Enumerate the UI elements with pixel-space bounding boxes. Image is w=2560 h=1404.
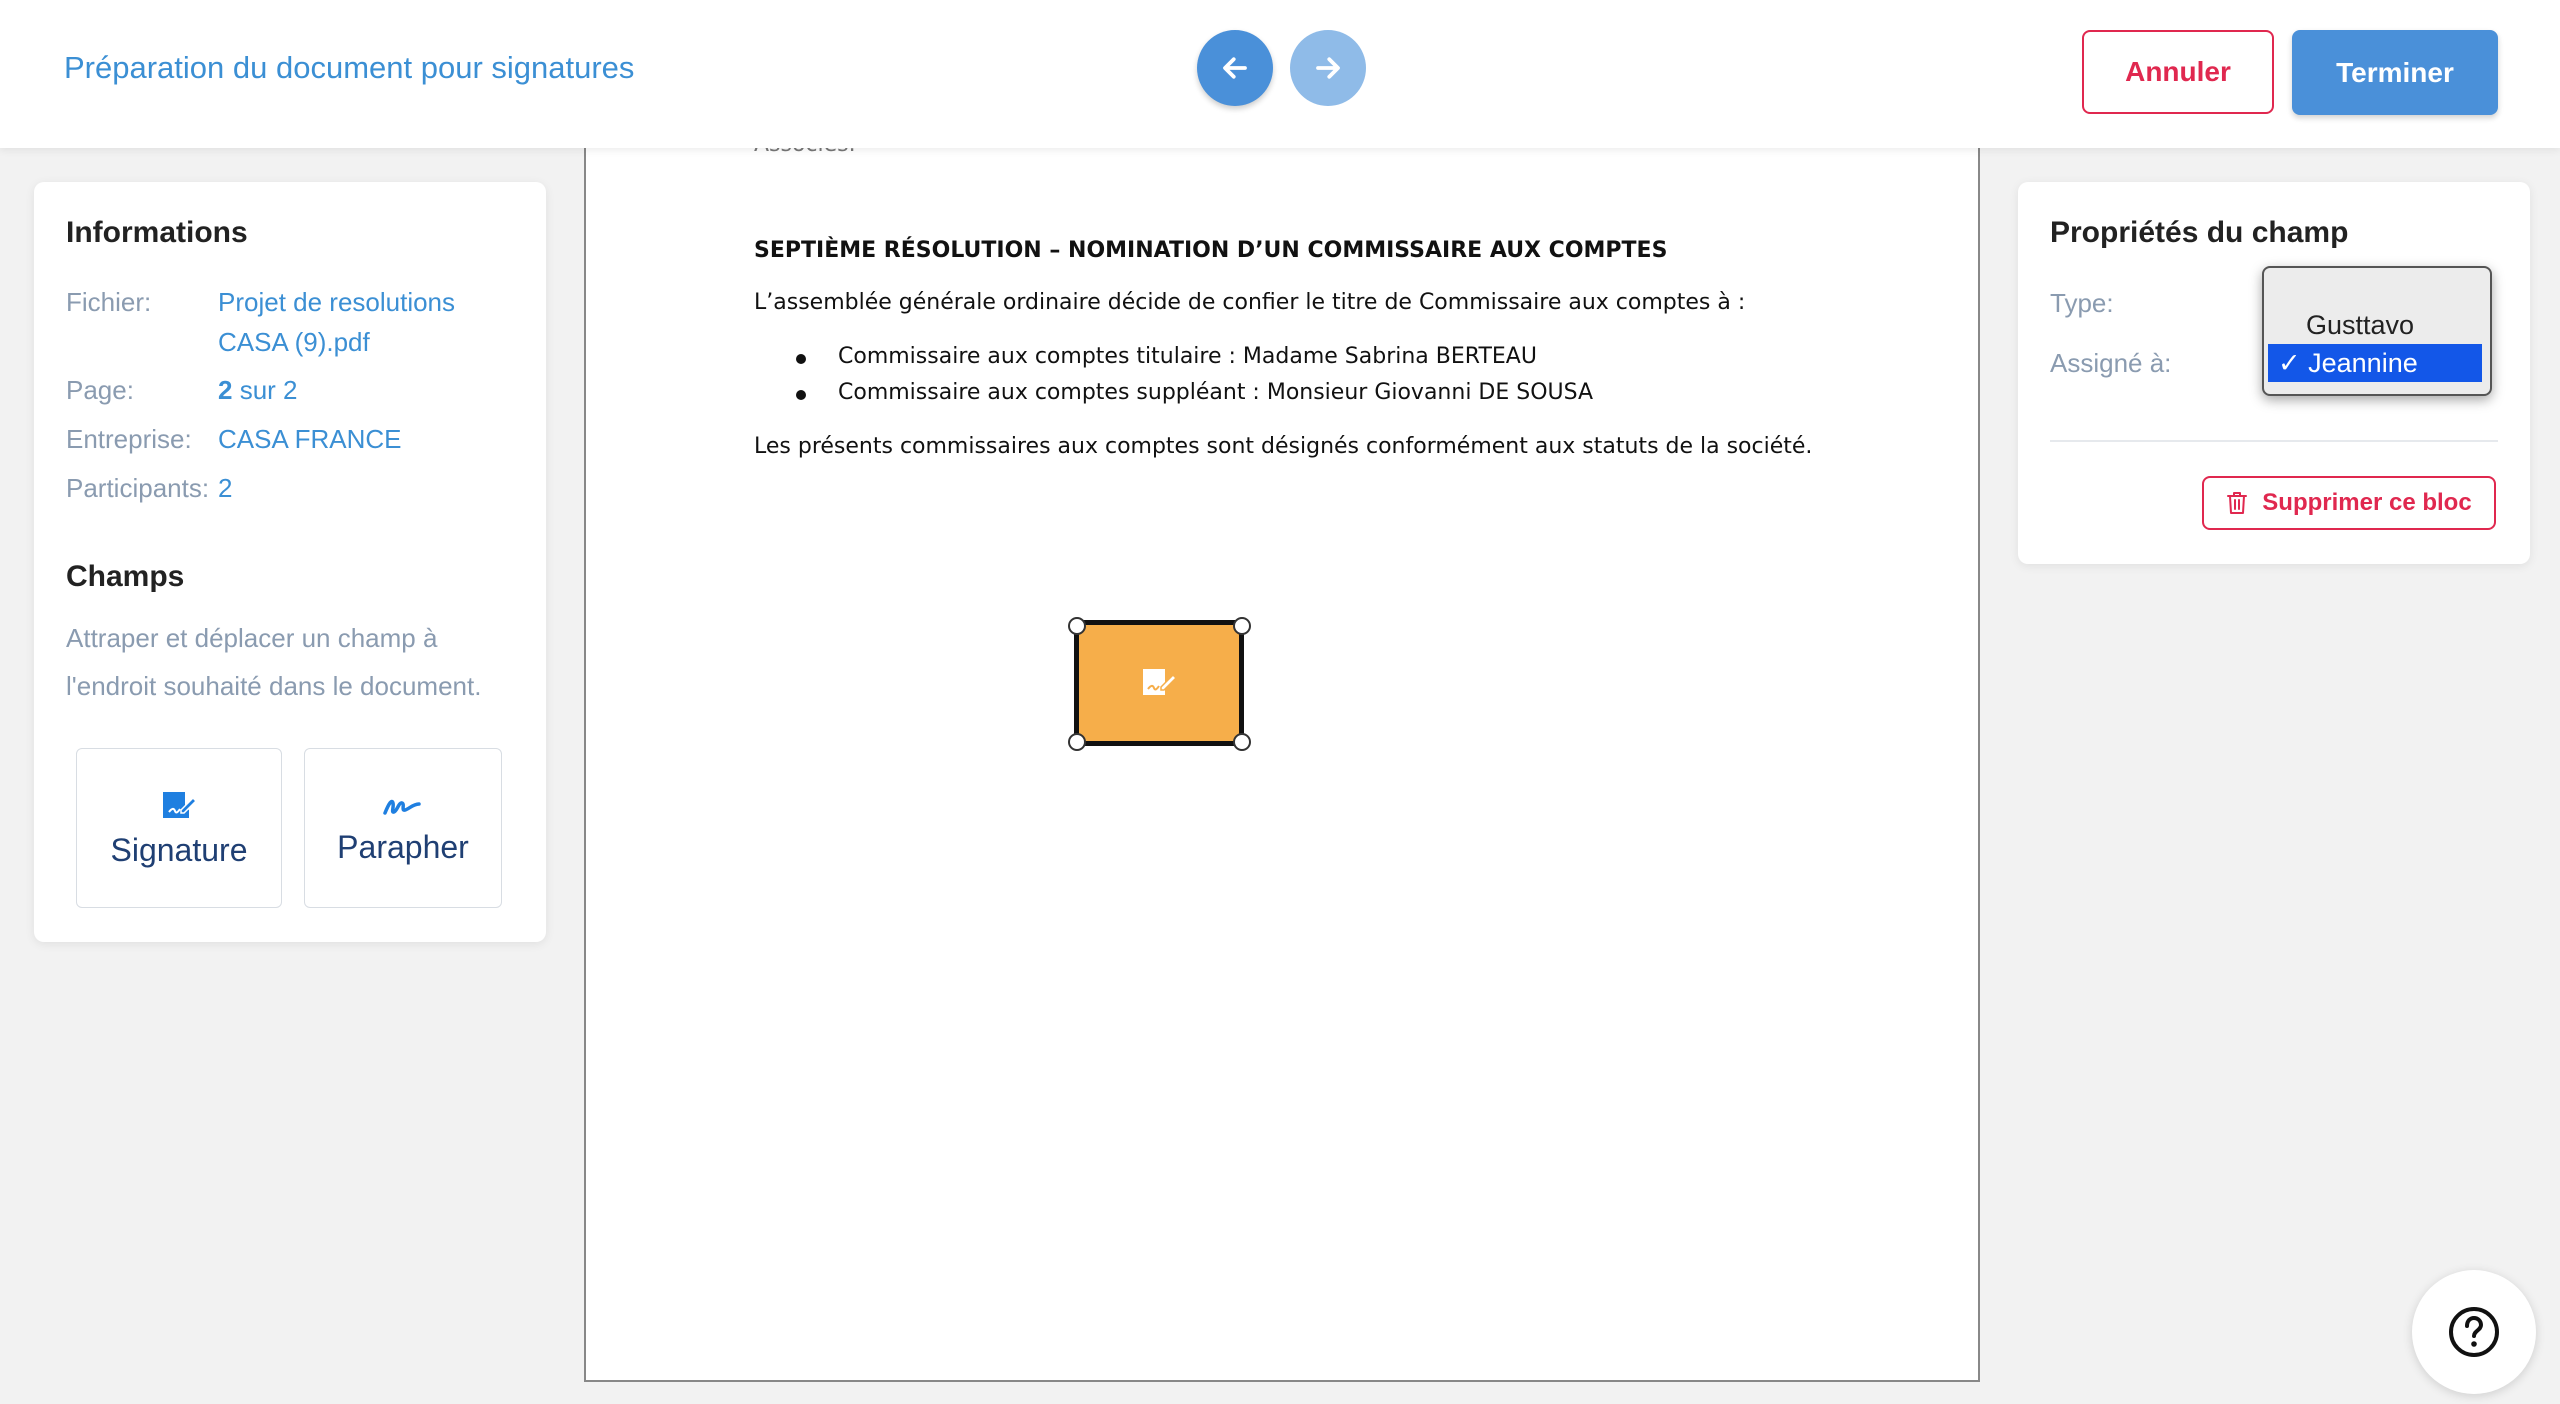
help-button[interactable] <box>2412 1270 2536 1394</box>
participants-label: Participants: <box>66 473 210 503</box>
bullet-text: Commissaire aux comptes titulaire : Mada… <box>838 344 1537 369</box>
file-value-line2: CASA (9).pdf <box>218 327 370 357</box>
signature-label: Signature <box>110 831 248 868</box>
page-title: Préparation du document pour signatures <box>64 50 635 85</box>
initial-label: Parapher <box>337 828 469 865</box>
document-cut-text: Associés. <box>754 148 856 157</box>
help-icon <box>2449 1307 2499 1357</box>
arrow-left-icon <box>1223 57 1247 79</box>
assignee-dropdown[interactable]: Gusttavo ✓ Jeannine <box>2262 266 2492 396</box>
properties-heading: Propriétés du champ <box>2050 216 2349 249</box>
info-row-page: Page: 2 sur 2 <box>66 370 298 410</box>
finish-button[interactable]: Terminer <box>2292 30 2498 115</box>
previous-page-button[interactable] <box>1197 30 1273 106</box>
page-current: 2 <box>218 375 233 405</box>
initial-icon <box>383 799 421 815</box>
delete-block-button[interactable]: Supprimer ce bloc <box>2202 476 2496 530</box>
signature-icon <box>163 791 198 818</box>
info-panel: Informations Fichier: Projet de resolutio… <box>34 182 546 942</box>
top-bar: Préparation du document pour signatures … <box>0 0 2560 148</box>
participants-value: 2 <box>218 473 233 503</box>
document-heading: SEPTIÈME RÉSOLUTION – NOMINATION D’UN CO… <box>754 238 1668 263</box>
file-label: Fichier: <box>66 287 152 317</box>
page-value: 2 sur 2 <box>218 370 298 410</box>
document-page: Associés. SEPTIÈME RÉSOLUTION – NOMINATI… <box>584 148 1980 1382</box>
bullet-text: Commissaire aux comptes suppléant : Mons… <box>838 380 1594 405</box>
info-heading: Informations <box>66 216 248 249</box>
cancel-button[interactable]: Annuler <box>2082 30 2274 114</box>
info-row-file: Fichier: Projet de resolutions CASA (9).pd… <box>66 282 455 362</box>
file-value-line1: Projet de resolutions <box>218 287 456 317</box>
file-value: Projet de resolutions CASA (9).pdf <box>218 282 455 362</box>
type-label: Type: <box>2050 288 2114 318</box>
assigned-label: Assigné à: <box>2050 348 2172 378</box>
fields-hint: Attraper et déplacer un champ à l'endroi… <box>66 623 482 701</box>
delete-block-label: Supprimer ce bloc <box>2262 489 2472 516</box>
company-value: CASA FRANCE <box>218 424 402 454</box>
bullet-dot <box>796 390 806 400</box>
resize-handle-top-left[interactable] <box>1068 617 1086 635</box>
page-total: sur 2 <box>239 375 298 405</box>
signature-field-button[interactable]: Signature <box>76 748 282 908</box>
divider <box>2050 440 2498 442</box>
document-closing: Les présents commissaires aux comptes so… <box>754 434 1813 459</box>
company-label: Entreprise: <box>66 424 192 454</box>
fields-heading: Champs <box>66 560 185 593</box>
dropdown-option[interactable]: Gusttavo <box>2268 306 2482 344</box>
signature-icon <box>1143 669 1178 695</box>
resize-handle-bottom-left[interactable] <box>1068 733 1086 751</box>
arrow-right-icon <box>1316 57 1340 79</box>
page-label: Page: <box>66 375 134 405</box>
next-page-button[interactable] <box>1290 30 1366 106</box>
resize-handle-bottom-right[interactable] <box>1233 733 1251 751</box>
dropdown-option-selected[interactable]: ✓ Jeannine <box>2268 344 2482 382</box>
bullet-dot <box>796 354 806 364</box>
trash-icon <box>2227 492 2248 514</box>
initial-field-button[interactable]: Parapher <box>304 748 502 908</box>
document-intro: L’assemblée générale ordinaire décide de… <box>754 290 1746 315</box>
info-row-participants: Participants: 2 <box>66 468 232 508</box>
resize-handle-top-right[interactable] <box>1233 617 1251 635</box>
info-row-company: Entreprise: CASA FRANCE <box>66 419 402 459</box>
placed-signature-field[interactable] <box>1074 620 1244 746</box>
